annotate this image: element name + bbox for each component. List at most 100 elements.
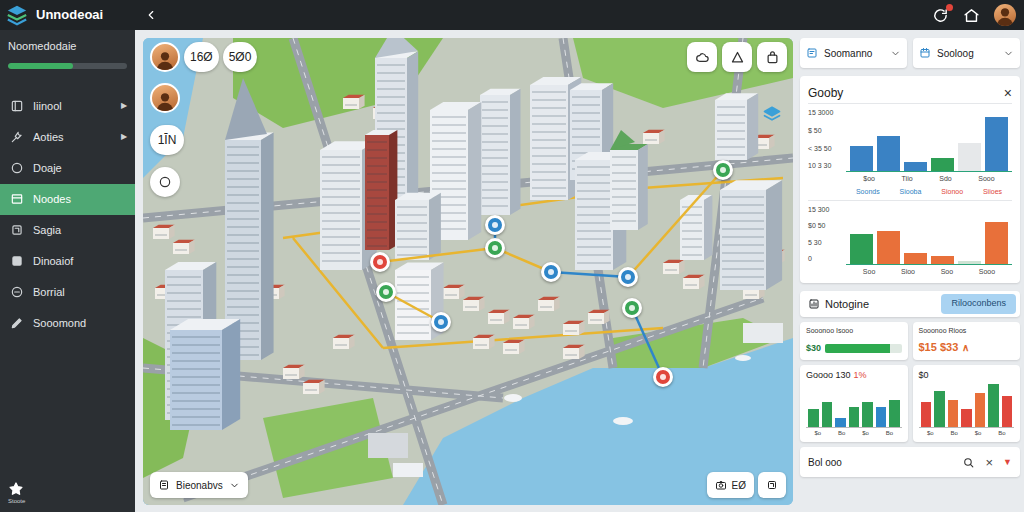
chart-bar-fill	[876, 407, 887, 427]
map-pin[interactable]	[541, 262, 561, 282]
chart-bar[interactable]	[988, 384, 999, 427]
camera-icon	[715, 479, 727, 491]
search-icon[interactable]	[962, 456, 975, 469]
sidebar-item[interactable]: Noodes	[0, 184, 135, 215]
map-counter[interactable]: 16Ø	[184, 42, 219, 72]
chart-bar[interactable]	[904, 253, 927, 264]
map-layer-button[interactable]	[687, 42, 717, 72]
chart-bar[interactable]	[808, 409, 819, 427]
sidebar-item[interactable]: Dinoaiof	[0, 246, 135, 277]
chart-bar[interactable]	[850, 146, 873, 171]
sidebar-item[interactable]: Doaje	[0, 153, 135, 184]
stat-value: $15 $33	[919, 339, 959, 356]
chart-bar[interactable]	[921, 402, 932, 427]
clear-button[interactable]: ×	[985, 456, 993, 469]
chart-bar[interactable]	[958, 261, 981, 264]
chevron-down-icon	[890, 48, 901, 59]
map-counter[interactable]: 5Ø0	[223, 42, 258, 72]
expand-arrow[interactable]: ▶	[121, 131, 127, 143]
circle-minus-icon	[10, 285, 24, 299]
stat-card: Sooonoo Rioos$15 $33∧	[913, 322, 1021, 360]
star-icon[interactable]	[8, 481, 24, 497]
chart-bar[interactable]	[876, 407, 887, 427]
mini-chart-card: Goooo 1301%$oBo$oBo	[800, 365, 908, 443]
chart-body: SooSiooSooSooo	[846, 205, 1012, 278]
close-button[interactable]: ×	[1004, 86, 1012, 100]
chart-bar[interactable]	[975, 393, 986, 427]
legend-item: Siioes	[983, 187, 1002, 198]
home-icon[interactable]	[963, 7, 980, 24]
map-pin[interactable]	[370, 252, 390, 272]
axis-tick: 10 3 30	[808, 161, 842, 172]
legend-label: Siooba	[900, 188, 922, 195]
notification-dot	[946, 4, 953, 11]
sidebar-item[interactable]: Aoties▶	[0, 122, 135, 153]
chart-bar[interactable]	[862, 402, 873, 427]
chart-bar[interactable]	[948, 400, 959, 427]
city-map[interactable]: 16Ø5Ø0 1ĪN Bieonabvs EØ	[143, 38, 793, 505]
map-layer-button[interactable]	[757, 42, 787, 72]
stat-bar-fill	[825, 344, 890, 353]
chart-bar[interactable]	[889, 400, 900, 427]
map-layer-button[interactable]	[722, 42, 752, 72]
chart-bar[interactable]	[877, 231, 900, 263]
legend-item: Soonds	[856, 187, 880, 198]
map-user-avatar-icon[interactable]	[150, 42, 180, 72]
map-layer-buttons	[687, 42, 787, 72]
layers-button[interactable]	[757, 101, 787, 127]
chart-bar-fill	[822, 402, 833, 427]
chart-bar[interactable]	[850, 234, 873, 264]
sidebar-item[interactable]: Sooomond	[0, 308, 135, 339]
chart-bar[interactable]	[877, 136, 900, 171]
summary-header: NotogineRilooconbens	[800, 291, 1020, 317]
map-pin[interactable]	[485, 215, 505, 235]
list-icon	[10, 99, 24, 113]
chart-bar[interactable]	[1002, 396, 1013, 428]
recommendations-button[interactable]: Rilooconbens	[941, 294, 1016, 314]
filter-dropdown[interactable]: Sooloog	[913, 38, 1020, 68]
map-pin[interactable]	[622, 298, 642, 318]
fullscreen-button[interactable]	[758, 472, 786, 498]
sort-button[interactable]: ▼	[1003, 458, 1012, 467]
map-side-chip[interactable]: 1ĪN	[150, 125, 184, 155]
axis-tick: 15 300	[808, 205, 842, 216]
axis-tick: 5 30	[808, 238, 842, 249]
collapse-icon[interactable]	[144, 8, 158, 22]
map-layer-select-label: Bieonabvs	[176, 478, 223, 493]
sidebar-footer[interactable]: Stoote	[0, 481, 135, 506]
chart-bar[interactable]	[985, 222, 1008, 263]
chart-bar[interactable]	[931, 158, 954, 171]
map-pin[interactable]	[713, 160, 733, 180]
map-pin[interactable]	[653, 367, 673, 387]
chart-bar[interactable]	[849, 407, 860, 427]
map-pin[interactable]	[376, 282, 396, 302]
map-pin[interactable]	[485, 238, 505, 258]
layers-icon	[762, 104, 782, 124]
sidebar-item[interactable]: Sagia	[0, 215, 135, 246]
map-member-avatar-icon[interactable]	[150, 83, 180, 113]
map-layer-select[interactable]: Bieonabvs	[150, 472, 248, 498]
expand-arrow[interactable]: ▶	[121, 100, 127, 112]
chart-bar[interactable]	[904, 162, 927, 171]
notifications[interactable]	[932, 7, 949, 24]
map-view-controls: EØ	[707, 472, 786, 498]
sidebar-item[interactable]: Iiinool▶	[0, 91, 135, 122]
chart-bar[interactable]	[961, 409, 972, 427]
user-avatar-icon[interactable]	[994, 4, 1016, 26]
chart-bar[interactable]	[822, 402, 833, 427]
map-pin[interactable]	[618, 267, 638, 287]
map-pin[interactable]	[431, 312, 451, 332]
chart-bar-fill	[889, 400, 900, 427]
chart-bar-fill	[850, 146, 873, 171]
chart-bar[interactable]	[934, 391, 945, 427]
axis-label: Sooo	[978, 174, 994, 185]
chart-bar[interactable]	[835, 418, 846, 427]
sidebar-item[interactable]: Borrial	[0, 277, 135, 308]
filter-dropdown[interactable]: Soomanno	[800, 38, 907, 68]
chart-bar[interactable]	[958, 143, 981, 171]
map-tool-button[interactable]	[150, 167, 180, 197]
zoom-button[interactable]: EØ	[707, 472, 754, 498]
chart-bar[interactable]	[931, 256, 954, 263]
chart-bar[interactable]	[985, 117, 1008, 171]
right-panel: SoomannoSooloogGooby×15 3000$ 50< 35 501…	[800, 38, 1020, 505]
